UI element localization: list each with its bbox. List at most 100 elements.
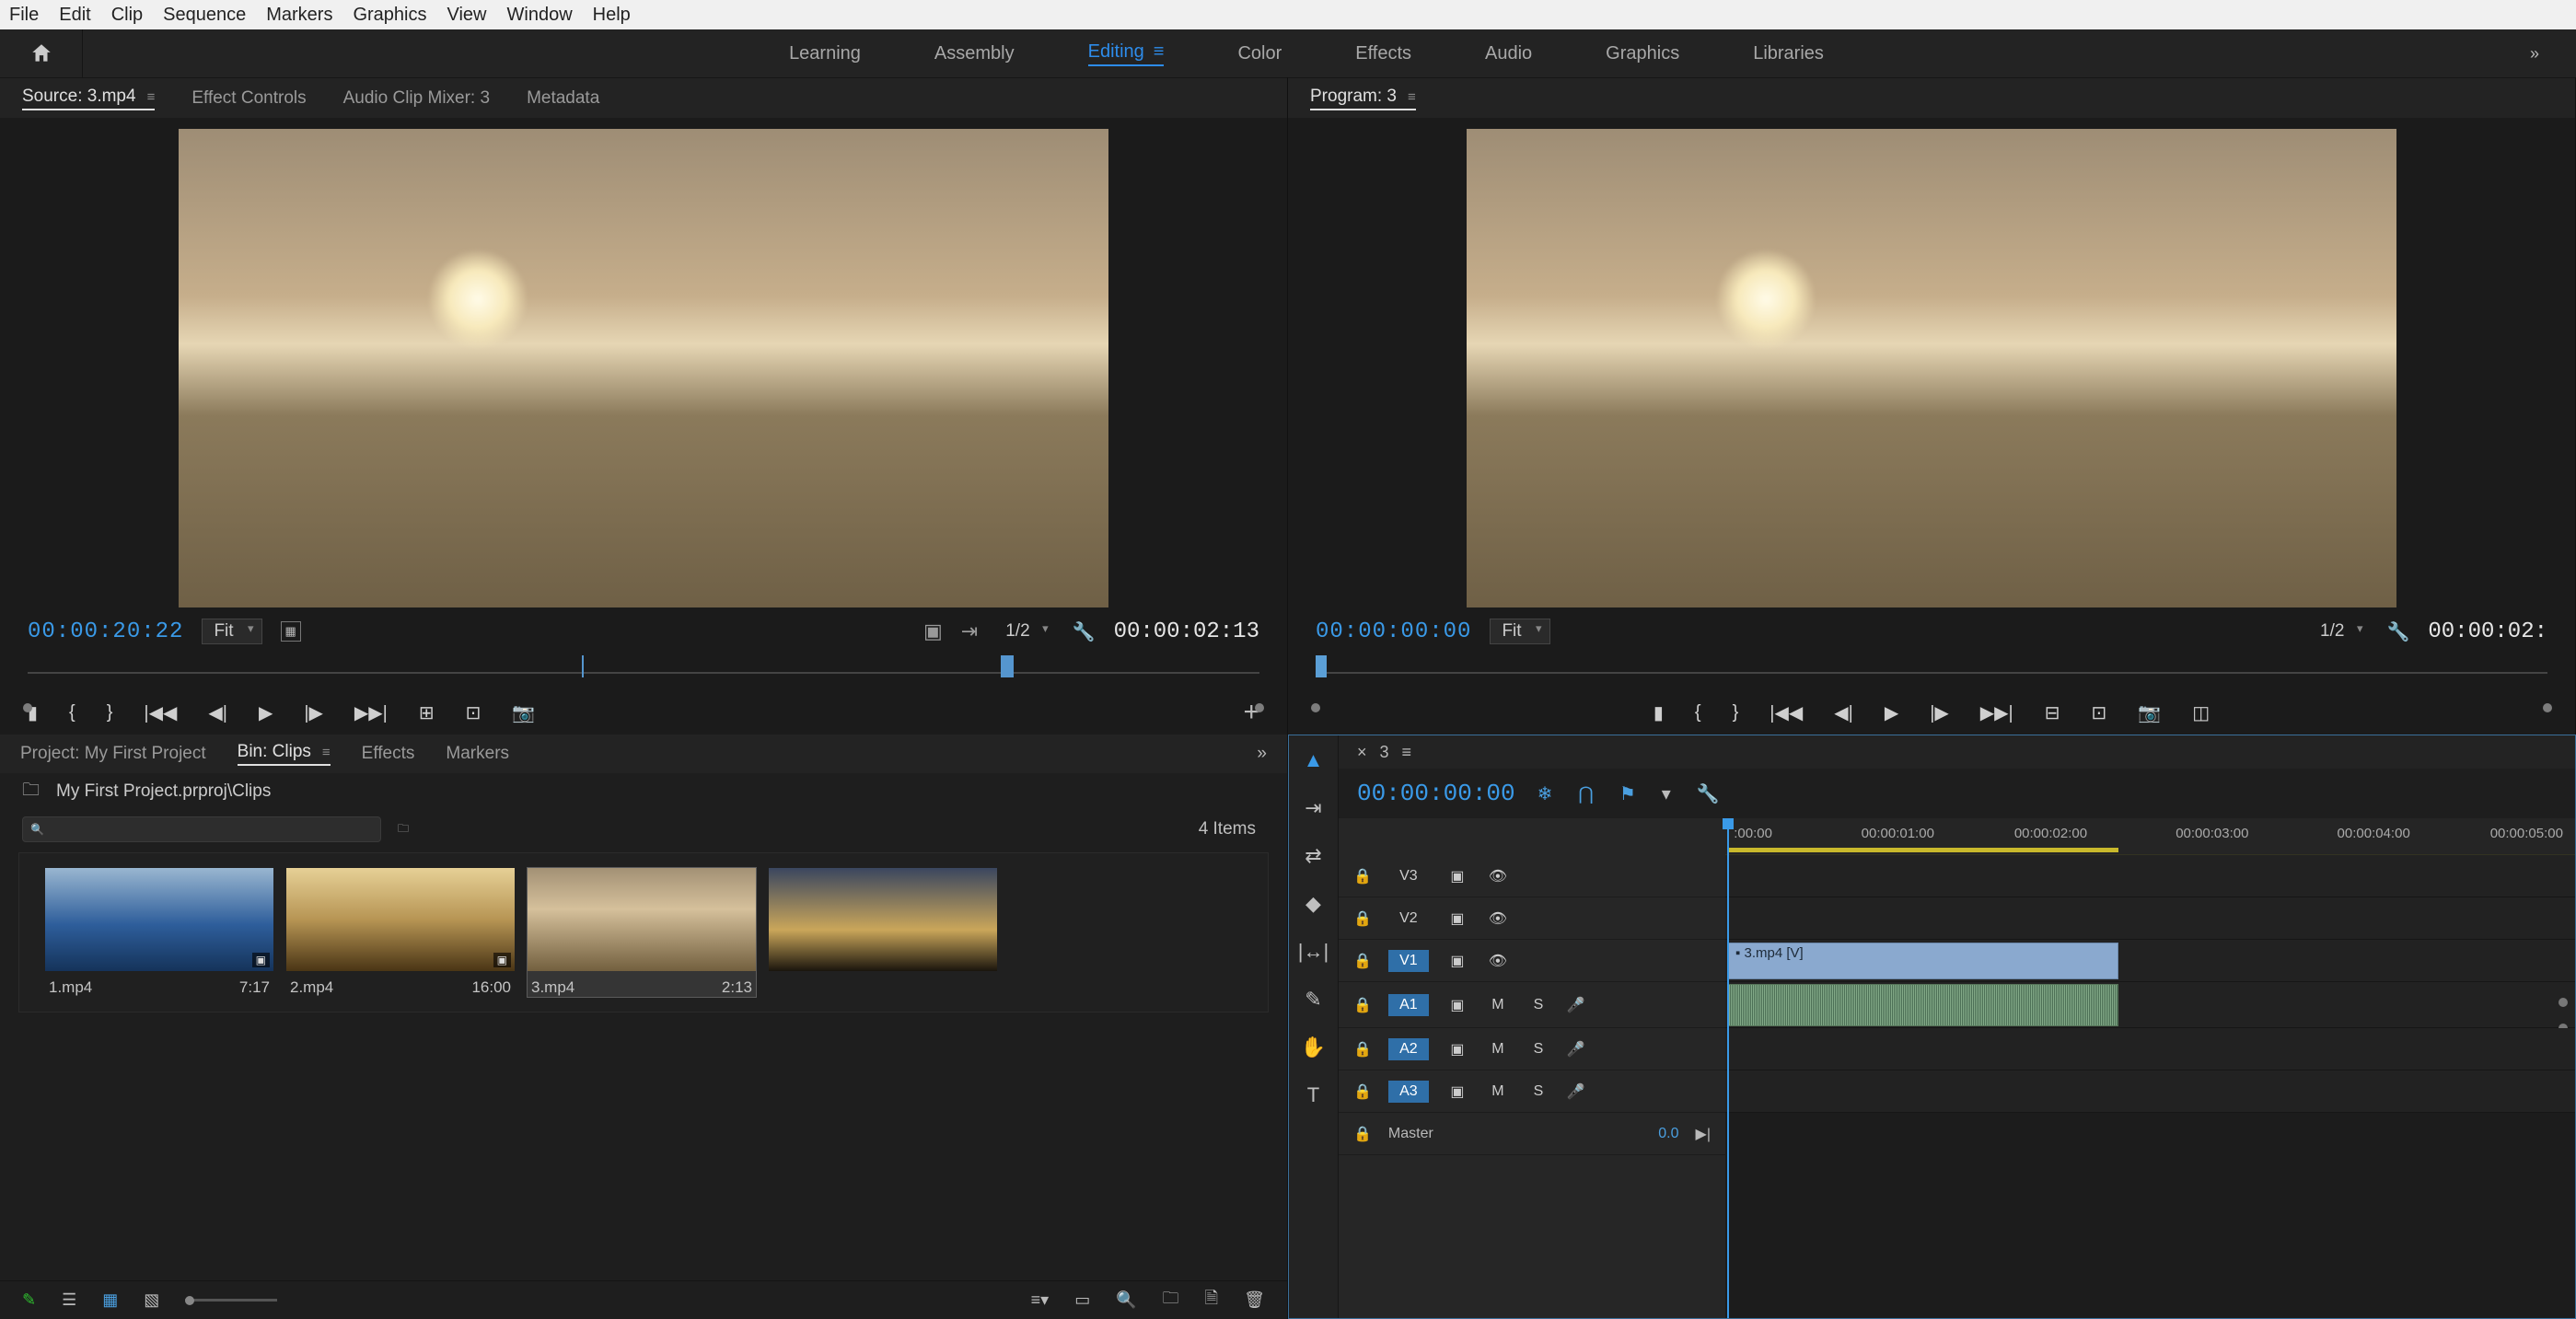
workspace-assembly[interactable]: Assembly	[934, 43, 1015, 64]
mute-button[interactable]: M	[1486, 1083, 1510, 1100]
type-tool[interactable]: T	[1307, 1083, 1319, 1107]
writable-icon[interactable]: ✎	[22, 1290, 36, 1310]
home-button[interactable]	[0, 29, 83, 77]
zoom-slider[interactable]	[185, 1299, 277, 1302]
close-sequence-icon[interactable]: ×	[1357, 743, 1367, 762]
panel-menu-icon[interactable]: ≡	[1408, 89, 1416, 105]
workspace-editing[interactable]: Editing≡	[1088, 41, 1165, 66]
panel-menu-icon[interactable]: ≡	[1402, 743, 1412, 762]
playhead[interactable]	[1727, 818, 1729, 1318]
play-master-icon[interactable]: ▶|	[1696, 1125, 1711, 1143]
export-frame-button[interactable]: 📷	[512, 701, 535, 724]
tab-source[interactable]: Source: 3.mp4≡	[22, 87, 155, 110]
step-forward-button[interactable]: |▶	[304, 701, 323, 724]
search-input[interactable]: 🔍	[22, 816, 381, 842]
solo-button[interactable]: S	[1526, 997, 1550, 1013]
lock-icon[interactable]: 🔒	[1353, 1082, 1372, 1101]
program-timecode[interactable]: 00:00:00:00	[1316, 619, 1471, 644]
hamburger-icon[interactable]: ≡	[1154, 41, 1165, 63]
clip-item[interactable]	[769, 868, 997, 997]
sort-icon[interactable]: ≡▾	[1031, 1290, 1050, 1310]
tab-audio-clip-mixer[interactable]: Audio Clip Mixer: 3	[343, 88, 490, 109]
add-marker-button[interactable]: ▮	[1654, 701, 1664, 724]
new-item-icon[interactable]: 🗎	[1205, 1287, 1218, 1314]
sync-lock-icon[interactable]: ▣	[1445, 909, 1469, 928]
settings-icon[interactable]: 🔧	[1073, 620, 1096, 643]
program-resolution-dropdown[interactable]: 1/2	[2311, 619, 2368, 643]
menu-markers[interactable]: Markers	[266, 5, 332, 26]
step-back-button[interactable]: ◀|	[1834, 701, 1853, 724]
lock-icon[interactable]: 🔒	[1353, 952, 1372, 970]
timeline-ruler[interactable]: :00:00 00:00:01:00 00:00:02:00 00:00:03:…	[1725, 818, 2575, 855]
sync-lock-icon[interactable]: ▣	[1445, 1082, 1469, 1101]
workspace-libraries[interactable]: Libraries	[1753, 43, 1824, 64]
clip-item[interactable]: ▣ 1.mp47:17	[45, 868, 273, 997]
menu-window[interactable]: Window	[507, 5, 573, 26]
solo-button[interactable]: S	[1526, 1083, 1550, 1100]
tab-effect-controls[interactable]: Effect Controls	[191, 88, 306, 109]
audio-clip[interactable]	[1727, 984, 2118, 1026]
trash-icon[interactable]: 🗑	[1244, 1290, 1265, 1310]
slip-tool[interactable]: |↔|	[1298, 940, 1329, 964]
video-clip[interactable]: ▪ 3.mp4 [V]	[1727, 943, 2118, 979]
track-a2[interactable]: A2	[1388, 1038, 1429, 1060]
solo-button[interactable]: S	[1526, 1041, 1550, 1058]
lock-icon[interactable]: 🔒	[1353, 1040, 1372, 1059]
track-v2[interactable]: V2	[1388, 908, 1429, 930]
tab-markers-panel[interactable]: Markers	[446, 744, 509, 764]
lock-icon[interactable]: 🔒	[1353, 996, 1372, 1014]
lock-icon[interactable]: 🔒	[1353, 909, 1372, 928]
freeform-view-icon[interactable]: ▧	[144, 1290, 159, 1310]
menu-help[interactable]: Help	[593, 5, 631, 26]
timeline-timecode[interactable]: 00:00:00:00	[1357, 780, 1515, 807]
ripple-edit-tool[interactable]: ⇄	[1305, 844, 1321, 868]
go-to-out-button[interactable]: ▶▶|	[1980, 701, 2013, 724]
add-button[interactable]: +	[1243, 697, 1259, 728]
workspace-learning[interactable]: Learning	[789, 43, 861, 64]
sync-lock-icon[interactable]: ▣	[1445, 1040, 1469, 1059]
hand-tool[interactable]: ✋	[1301, 1036, 1326, 1059]
voice-over-icon[interactable]: 🎤	[1567, 996, 1585, 1014]
voice-over-icon[interactable]: 🎤	[1567, 1040, 1585, 1059]
tab-effects[interactable]: Effects	[362, 744, 415, 764]
play-button[interactable]: ▶	[259, 701, 273, 724]
toggle-output-icon[interactable]: 👁	[1486, 867, 1510, 885]
workspace-graphics[interactable]: Graphics	[1606, 43, 1679, 64]
lock-icon[interactable]: 🔒	[1353, 1125, 1372, 1143]
program-zoom-dropdown[interactable]: Fit	[1490, 619, 1549, 644]
panel-menu-icon[interactable]: ≡	[322, 745, 331, 760]
icon-view-icon[interactable]: ▦	[102, 1290, 118, 1310]
tab-project[interactable]: Project: My First Project	[20, 744, 206, 764]
mark-out-button[interactable]: }	[1733, 702, 1739, 723]
overflow-icon[interactable]: »	[2530, 44, 2539, 64]
selection-tool[interactable]: ▲	[1304, 748, 1324, 772]
panel-menu-icon[interactable]: ≡	[147, 89, 156, 105]
menu-sequence[interactable]: Sequence	[163, 5, 246, 26]
sync-lock-icon[interactable]: ▣	[1445, 952, 1469, 970]
track-v3[interactable]: V3	[1388, 865, 1429, 887]
go-to-in-button[interactable]: |◀◀	[1770, 701, 1803, 724]
sequence-name[interactable]: 3	[1380, 743, 1389, 762]
tab-bin[interactable]: Bin: Clips≡	[238, 742, 331, 766]
clip-item[interactable]: 3.mp42:13	[528, 868, 756, 997]
settings-icon[interactable]: 🔧	[2386, 620, 2409, 643]
new-bin-icon[interactable]: 🗀	[1163, 1287, 1179, 1314]
sync-lock-icon[interactable]: ▣	[1445, 996, 1469, 1014]
master-value[interactable]: 0.0	[1658, 1126, 1678, 1142]
snap-icon[interactable]: ❄	[1537, 782, 1553, 805]
clip-item[interactable]: ▣ 2.mp416:00	[286, 868, 515, 997]
menu-clip[interactable]: Clip	[111, 5, 143, 26]
source-zoom-dropdown[interactable]: Fit	[202, 619, 261, 644]
linked-selection-icon[interactable]: ⋂	[1578, 782, 1593, 805]
drag-video-icon[interactable]: ⇥	[961, 619, 978, 643]
source-timecode[interactable]: 00:00:20:22	[28, 619, 183, 644]
lift-button[interactable]: ⊟	[2045, 701, 2060, 724]
new-search-bin-icon[interactable]: 🗀	[398, 820, 409, 839]
find-icon[interactable]: 🔍	[1116, 1290, 1136, 1310]
overflow-icon[interactable]: »	[1257, 744, 1267, 764]
comparison-view-button[interactable]: ◫	[2192, 701, 2210, 724]
source-resolution-dropdown[interactable]: 1/2	[996, 619, 1053, 643]
play-button[interactable]: ▶	[1885, 701, 1898, 724]
mute-button[interactable]: M	[1486, 1041, 1510, 1058]
tab-metadata[interactable]: Metadata	[527, 88, 599, 109]
